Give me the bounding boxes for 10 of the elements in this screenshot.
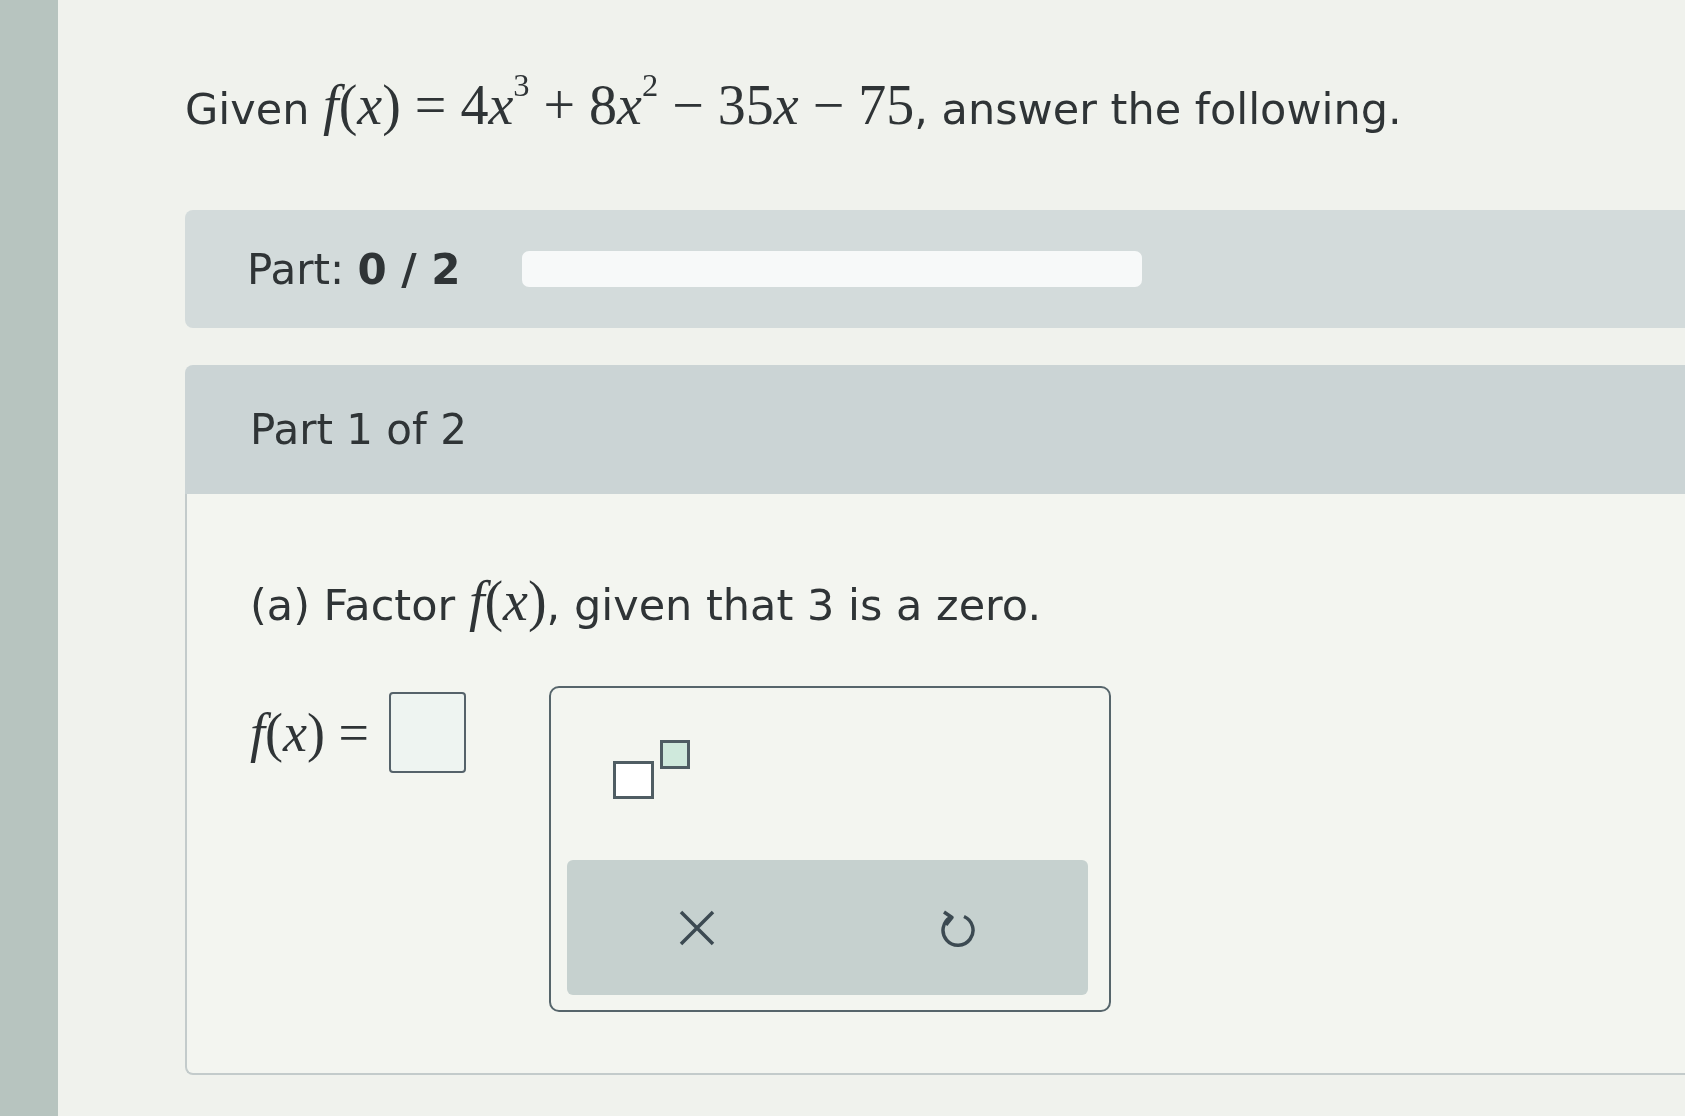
close-icon — [679, 909, 716, 946]
question-prompt: (a) Factor f(x), given that 3 is a zero. — [250, 569, 1042, 634]
superscript-boxes-icon — [612, 740, 690, 799]
answer-box[interactable] — [388, 692, 466, 773]
answer-label: f(x) = — [250, 702, 369, 765]
clear-button[interactable] — [679, 909, 716, 946]
part-title: Part 1 of 2 — [250, 405, 467, 454]
part-count: Part: 0 / 2 — [247, 244, 461, 294]
question-text: Given f(x) = 4x$^{3}$ + 8x$^{2}$ − 35x − 75, answer the following. — [185, 68, 1402, 138]
exponent-button[interactable] — [612, 740, 690, 799]
